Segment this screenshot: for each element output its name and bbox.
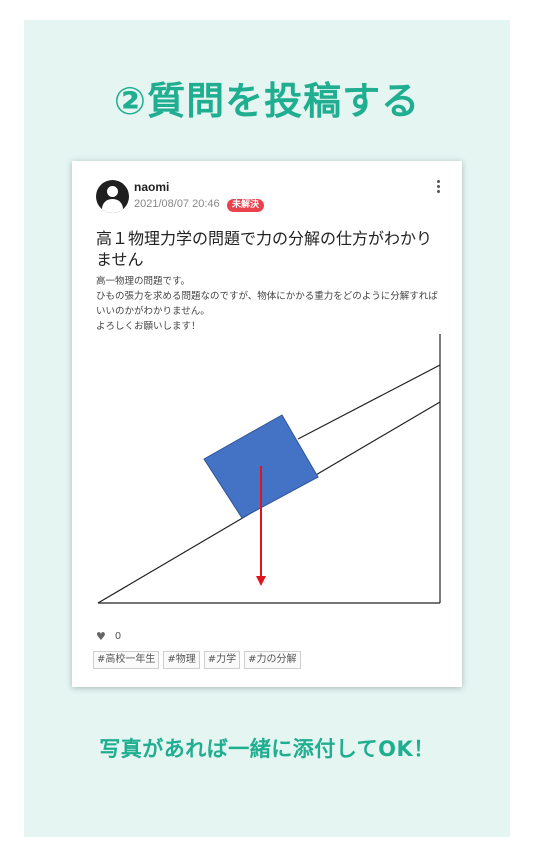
tag-list: #高校一年生 #物理 #力学 #力の分解 <box>93 651 301 669</box>
likes-count: 0 <box>114 631 122 642</box>
tag-item[interactable]: #物理 <box>163 651 200 669</box>
tag-item[interactable]: #力の分解 <box>244 651 301 669</box>
post-body: 高一物理の問題です。 ひもの張力を求める問題なのですが、物体にかかる重力をどのよ… <box>96 274 441 334</box>
heart-icon[interactable]: ♥ <box>96 630 106 643</box>
post-title: 高１物理力学の問題で力の分解の仕方がわかりません <box>96 229 433 269</box>
string-line <box>297 364 441 440</box>
gravity-arrowhead <box>256 576 266 586</box>
page-headline: ②質問を投稿する <box>113 79 421 123</box>
attached-figure-image[interactable] <box>94 330 446 608</box>
more-options-icon[interactable] <box>436 180 442 194</box>
post-timestamp: 2021/08/07 20:46 <box>134 198 220 210</box>
likes-row: ♥ 0 <box>96 630 121 643</box>
tag-item[interactable]: #高校一年生 <box>93 651 160 669</box>
tag-item[interactable]: #力学 <box>203 651 241 669</box>
post-body-line: ひもの張力を求める問題なのですが、物体にかかる重力をどのように分解すればいいのか… <box>96 291 438 317</box>
caption-text: 写真があれば一緒に添付してOK！ <box>99 737 435 761</box>
avatar-icon[interactable] <box>96 180 129 213</box>
post-username[interactable]: naomi <box>134 180 169 194</box>
post-body-line: 高一物理の問題です。 <box>96 276 191 287</box>
status-badge: 未解決 <box>227 199 265 212</box>
